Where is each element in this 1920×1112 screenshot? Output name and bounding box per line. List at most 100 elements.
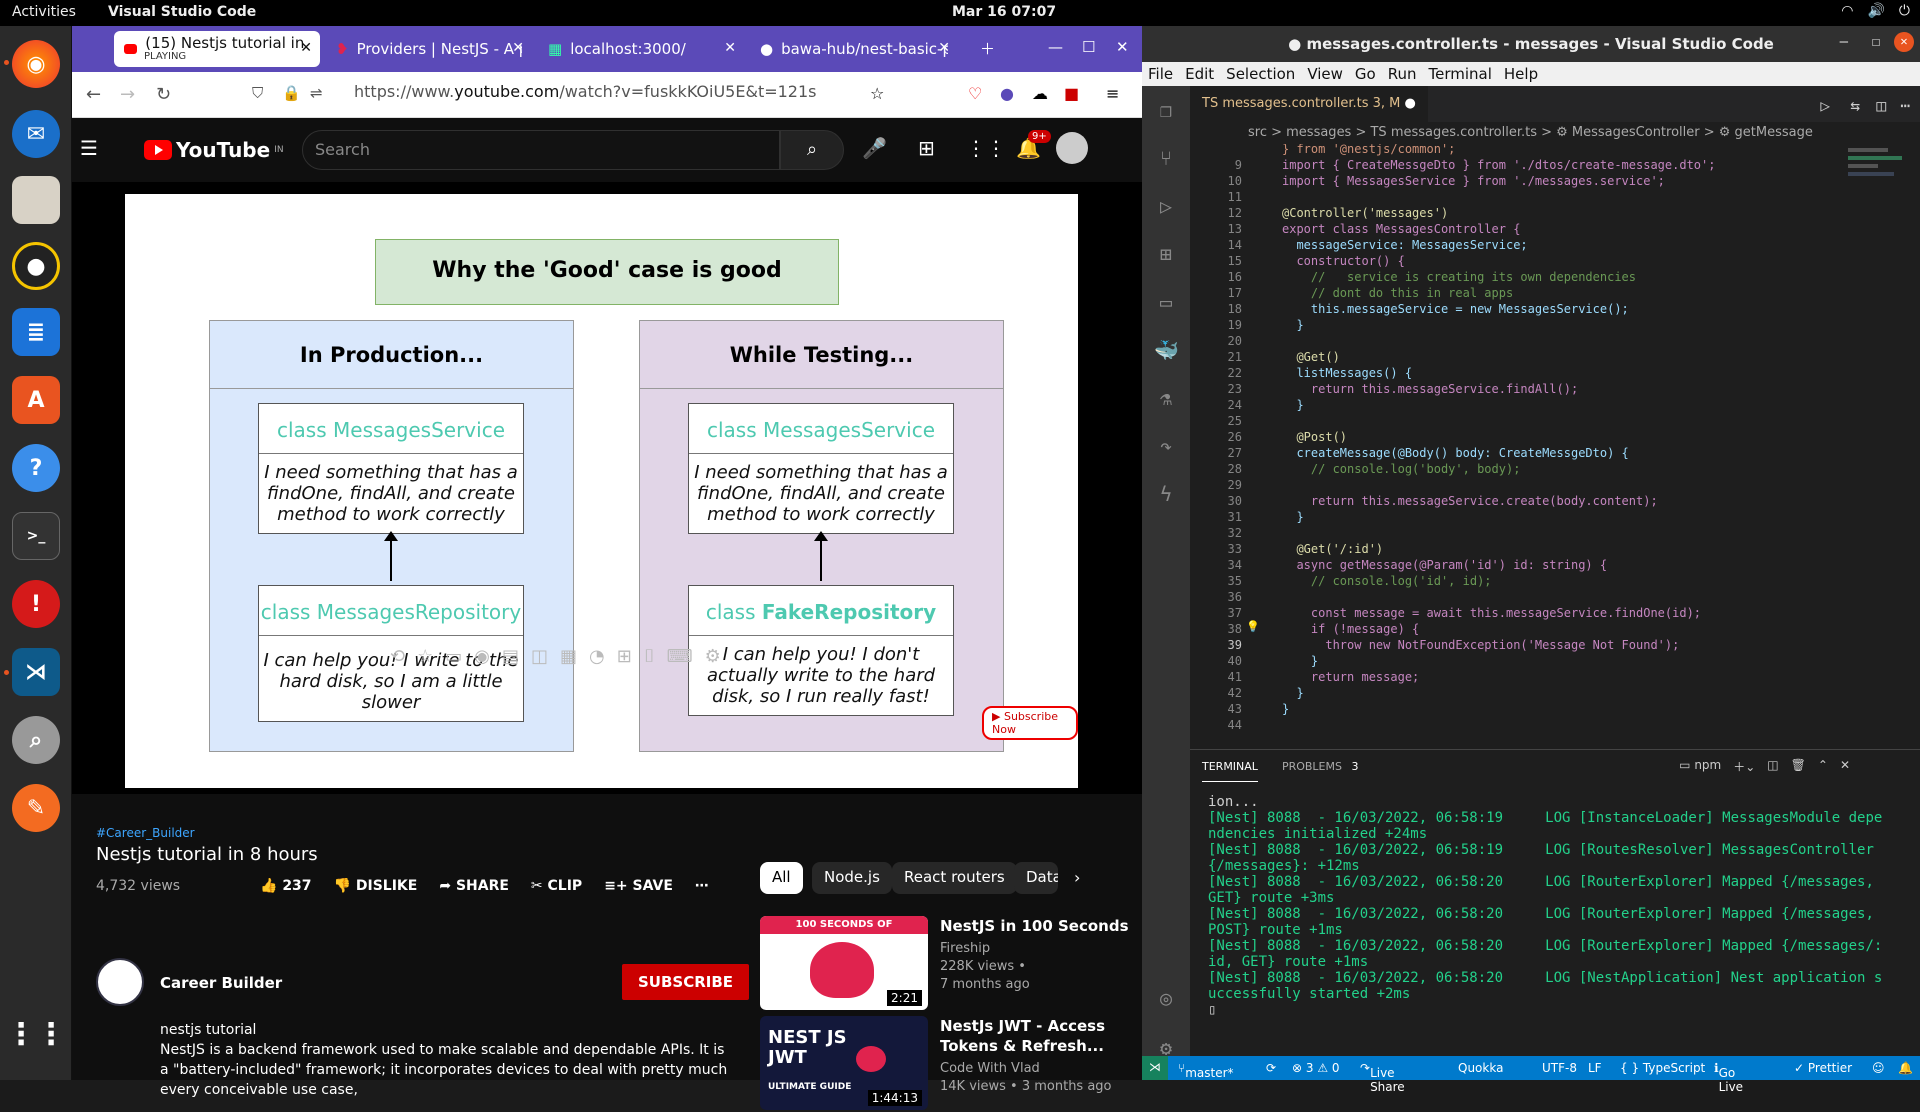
channel-avatar[interactable]: [96, 958, 144, 1006]
split-editor-icon[interactable]: ◫: [1876, 96, 1886, 115]
files-icon[interactable]: [12, 176, 60, 224]
explorer-icon[interactable]: ❐: [1154, 98, 1178, 122]
menu-go[interactable]: Go: [1355, 65, 1376, 83]
maximize-button[interactable]: ☐: [1872, 34, 1880, 50]
search-icon[interactable]: ⌕: [780, 130, 844, 170]
eol-indicator[interactable]: LF: [1588, 1061, 1602, 1075]
clock[interactable]: Mar 16 07:07: [952, 4, 1056, 20]
prettier-indicator[interactable]: ✓ Prettier: [1794, 1061, 1852, 1075]
forward-button[interactable]: →: [120, 84, 135, 105]
video-player[interactable]: Why the 'Good' case is good In Productio…: [72, 182, 1142, 794]
minimize-button[interactable]: —: [1840, 34, 1848, 50]
hamburger-menu-icon[interactable]: ☰: [80, 136, 98, 160]
software-center-icon[interactable]: A: [12, 376, 60, 424]
theater-icon[interactable]: ▤: [502, 646, 519, 667]
more-options-icon[interactable]: ⋯: [695, 878, 709, 894]
microphone-icon[interactable]: 🎤: [862, 136, 887, 160]
feedback-icon[interactable]: ☺: [1872, 1061, 1885, 1075]
branch-indicator[interactable]: ⑂ master*: [1178, 1061, 1234, 1080]
chip-data[interactable]: Data: [1014, 862, 1058, 894]
apps-grid-icon[interactable]: ⋮⋮: [966, 136, 1006, 160]
account-icon[interactable]: ◎: [1154, 986, 1178, 1010]
lightbulb-icon[interactable]: 💡: [1246, 620, 1260, 633]
bookmark-star-icon[interactable]: ☆: [870, 84, 884, 103]
keyboard-icon[interactable]: ⌨: [667, 646, 693, 667]
youtube-logo[interactable]: YouTube IN: [144, 138, 284, 162]
source-control-icon[interactable]: ⑂: [1154, 146, 1178, 170]
app-grid-icon[interactable]: ⋮⋮: [6, 1010, 66, 1058]
menu-terminal[interactable]: Terminal: [1429, 65, 1492, 83]
search-icon[interactable]: ⌕: [12, 716, 60, 764]
breadcrumb[interactable]: src > messages > TS messages.controller.…: [1190, 122, 1920, 144]
vscode-icon[interactable]: ⋊: [12, 648, 60, 696]
screenshot-icon[interactable]: ⌷: [644, 646, 655, 667]
encoding-indicator[interactable]: UTF-8: [1542, 1061, 1577, 1075]
problems-indicator[interactable]: ⊗ 3 ⚠ 0: [1292, 1061, 1340, 1075]
loop-icon[interactable]: ⟲: [390, 646, 405, 667]
extension-icon[interactable]: ■: [1064, 84, 1079, 103]
tab-terminal[interactable]: TERMINAL: [1202, 760, 1258, 782]
hashtag-link[interactable]: #Career_Builder: [96, 826, 318, 840]
extension-icon[interactable]: ●: [1000, 84, 1014, 103]
testing-icon[interactable]: ⚗: [1154, 386, 1178, 410]
menu-run[interactable]: Run: [1388, 65, 1417, 83]
docker-icon[interactable]: 🐳: [1154, 338, 1179, 362]
add-icon[interactable]: ⊞: [617, 646, 632, 667]
compare-icon[interactable]: ⇆: [1850, 96, 1860, 115]
new-terminal-icon[interactable]: ＋⌄: [1733, 758, 1755, 775]
dislike-button[interactable]: 👎 DISLIKE: [334, 878, 418, 894]
video-thumbnail[interactable]: 100 SECONDS OF 2:21: [760, 916, 928, 1010]
writer-icon[interactable]: ≣: [12, 308, 60, 356]
maximize-button[interactable]: ☐: [1082, 38, 1095, 56]
remote-icon[interactable]: ⋊: [1142, 1056, 1168, 1080]
chip-nodejs[interactable]: Node.js: [812, 862, 892, 894]
extension-icon[interactable]: ☁: [1032, 84, 1048, 103]
maximize-panel-icon[interactable]: ⌃: [1818, 758, 1828, 775]
captions-icon[interactable]: ▦: [560, 646, 577, 667]
subscribe-button[interactable]: SUBSCRIBE: [622, 964, 750, 1000]
firefox-icon[interactable]: ◉: [12, 40, 60, 88]
pocket-icon[interactable]: ♡: [968, 84, 982, 103]
menu-edit[interactable]: Edit: [1185, 65, 1214, 83]
terminal-output[interactable]: ion... [Nest] 8088 - 16/03/2022, 06:58:19…: [1208, 794, 1882, 1018]
pip-icon[interactable]: ◫: [531, 646, 548, 667]
channel-name[interactable]: Career Builder: [160, 974, 282, 992]
system-tray[interactable]: ◠ 🔊 ⏻: [1841, 3, 1910, 19]
more-actions-icon[interactable]: ⋯: [1900, 96, 1910, 115]
updates-icon[interactable]: !: [12, 580, 60, 628]
minimap[interactable]: [1848, 144, 1908, 224]
lock-icon[interactable]: 🔒: [282, 84, 301, 102]
trash-icon[interactable]: 🗑: [1791, 758, 1806, 775]
menu-selection[interactable]: Selection: [1226, 65, 1295, 83]
sync-icon[interactable]: ⟳: [1266, 1061, 1276, 1075]
split-terminal-icon[interactable]: ◫: [1767, 758, 1778, 775]
clip-button[interactable]: ✂ CLIP: [531, 878, 582, 894]
tab-github[interactable]: ● bawa-hub/nest-basic-pr ✕: [750, 31, 958, 67]
tab-problems[interactable]: PROBLEMS 3: [1282, 760, 1359, 782]
menu-help[interactable]: Help: [1504, 65, 1538, 83]
view-icon[interactable]: ◉: [474, 646, 490, 667]
quokka-indicator[interactable]: Quokka: [1458, 1061, 1503, 1075]
youtube-search-input[interactable]: Search: [302, 130, 780, 170]
extensions-icon[interactable]: ⊞: [1154, 242, 1178, 266]
thunder-client-icon[interactable]: ϟ: [1154, 482, 1178, 506]
help-icon[interactable]: ?: [12, 444, 60, 492]
tab-messages-controller[interactable]: TS messages.controller.ts 3, M ●: [1190, 86, 1428, 122]
permissions-icon[interactable]: ⇌: [310, 84, 323, 102]
go-live-button[interactable]: ℹ Go Live: [1714, 1061, 1743, 1094]
tab-youtube[interactable]: (15) Nestjs tutorial in 8 PLAYING ✕: [114, 31, 320, 67]
minimize-button[interactable]: —: [1048, 38, 1063, 56]
close-icon[interactable]: ✕: [512, 40, 524, 56]
video-frame[interactable]: Why the 'Good' case is good In Productio…: [125, 194, 1078, 788]
activities-button[interactable]: Activities: [12, 4, 76, 20]
like-button[interactable]: 👍 237: [260, 878, 312, 894]
mini-player-icon[interactable]: ▭: [445, 646, 462, 667]
url-bar[interactable]: https://www.youtube.com/watch?v=fuskkKOi…: [354, 82, 817, 101]
code-editor[interactable]: } from '@nestjs/common'; 9 import { Create…: [1190, 144, 1920, 749]
remote-explorer-icon[interactable]: ▭: [1154, 290, 1178, 314]
terminal-shell-selector[interactable]: ▭ npm: [1679, 758, 1721, 775]
shield-icon[interactable]: ⛉: [252, 84, 263, 102]
share-button[interactable]: ➦ SHARE: [439, 878, 509, 894]
close-icon[interactable]: ✕: [300, 40, 312, 56]
settings-gear-icon[interactable]: ⚙: [705, 646, 721, 667]
